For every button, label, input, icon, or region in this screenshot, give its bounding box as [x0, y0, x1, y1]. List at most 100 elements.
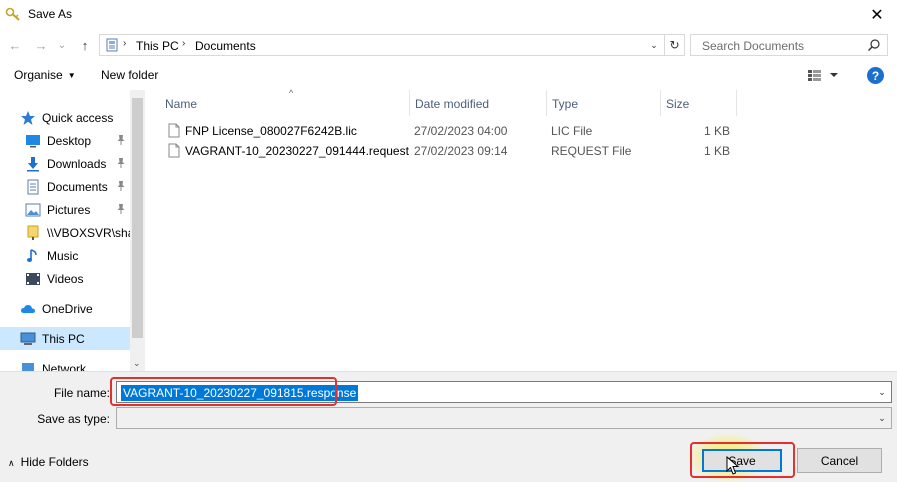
- column-header-date-modified[interactable]: Date modified: [409, 90, 547, 116]
- breadcrumb-documents[interactable]: Documents: [195, 39, 256, 53]
- download-icon: [27, 156, 39, 171]
- file-size: 1 KB: [703, 124, 730, 138]
- search-input[interactable]: Search Documents: [702, 39, 804, 53]
- sidebar-item-pictures[interactable]: Pictures: [0, 198, 130, 221]
- column-header-label: Type: [552, 97, 579, 111]
- network-icon: [22, 362, 34, 371]
- sidebar-item-downloads[interactable]: Downloads: [0, 152, 130, 175]
- documents-icon: [27, 179, 39, 194]
- refresh-button[interactable]: ↻: [664, 35, 684, 55]
- pin-icon: [117, 181, 125, 191]
- column-header-label: Name: [165, 97, 198, 111]
- file-list[interactable]: Name ^ Date modified Type Size FNP Licen…: [145, 88, 897, 371]
- file-icon: [168, 143, 180, 158]
- search-box[interactable]: Search Documents: [690, 34, 888, 56]
- column-header-type[interactable]: Type: [546, 90, 661, 116]
- back-arrow-icon: ←: [8, 37, 22, 53]
- title-bar: Save As ✕: [0, 0, 897, 30]
- column-header-size[interactable]: Size: [660, 90, 737, 116]
- chevron-down-icon: ⌄: [878, 386, 886, 397]
- sidebar-item-label: Network: [42, 361, 87, 372]
- save-as-type-label: Save as type:: [37, 412, 110, 426]
- chevron-down-icon: ⌄: [878, 412, 886, 423]
- address-dropdown-button[interactable]: ⌄: [646, 37, 662, 53]
- sidebar-item-label: OneDrive: [42, 301, 93, 316]
- help-button[interactable]: ?: [867, 67, 884, 84]
- hide-folders-button[interactable]: ∧ Hide Folders: [8, 455, 89, 469]
- sidebar-item-quick-access[interactable]: Quick access: [0, 106, 130, 129]
- up-arrow-icon: ↑: [81, 37, 89, 53]
- file-name-label: File name:: [53, 386, 110, 400]
- navigation-scrollbar[interactable]: ⌄: [130, 90, 145, 371]
- sidebar-item-network[interactable]: Network: [0, 357, 130, 371]
- organise-label: Organise: [14, 68, 63, 82]
- search-icon: [868, 39, 880, 51]
- chevron-down-icon: ⌄: [57, 39, 67, 51]
- column-header-name[interactable]: Name ^: [159, 88, 410, 116]
- pin-icon: [117, 204, 125, 214]
- file-icon: [168, 123, 180, 138]
- sidebar-item-this-pc[interactable]: This PC: [0, 327, 130, 350]
- sidebar-item-desktop[interactable]: Desktop: [0, 129, 130, 152]
- new-folder-button[interactable]: New folder: [101, 68, 158, 82]
- sidebar-item-label: Desktop: [47, 133, 92, 148]
- sidebar-item-label: Music: [47, 248, 79, 263]
- sidebar-item-onedrive[interactable]: OneDrive: [0, 297, 130, 320]
- chevron-up-icon: ∧: [8, 458, 15, 468]
- desktop-icon: [26, 134, 40, 147]
- refresh-icon: ↻: [669, 38, 680, 52]
- breadcrumb-separator-icon: ›: [182, 38, 186, 49]
- scrollbar-thumb[interactable]: [132, 98, 143, 338]
- save-form: File name: VAGRANT-10_20230227_091815.re…: [0, 371, 897, 482]
- organise-button[interactable]: Organise ▼: [14, 68, 76, 82]
- file-type: REQUEST File: [551, 144, 632, 158]
- up-button[interactable]: ↑: [76, 36, 94, 54]
- pin-icon: [117, 135, 125, 145]
- file-date: 27/02/2023 09:14: [414, 144, 508, 158]
- forward-button[interactable]: →: [32, 36, 50, 54]
- sidebar-item-label: Downloads: [47, 156, 107, 171]
- file-type: LIC File: [551, 124, 593, 138]
- star-icon: [21, 110, 35, 125]
- close-button[interactable]: ✕: [857, 0, 897, 30]
- command-toolbar: Organise ▼ New folder ?: [0, 60, 897, 90]
- save-as-icon: [5, 7, 20, 21]
- sidebar-item-label: Quick access: [42, 110, 114, 125]
- sidebar-item-videos[interactable]: Videos: [0, 267, 130, 290]
- close-icon: ✕: [870, 7, 884, 24]
- hide-folders-label: Hide Folders: [20, 455, 89, 469]
- sidebar-item-label: \\VBOXSVR\shar: [47, 225, 130, 240]
- back-button[interactable]: ←: [6, 36, 24, 54]
- navigation-pane[interactable]: Quick access Desktop Downloads Documents…: [0, 90, 145, 371]
- file-date: 27/02/2023 04:00: [414, 124, 508, 138]
- network-drive-icon: [27, 225, 39, 240]
- highlight-annotation: [690, 442, 795, 478]
- save-as-type-select[interactable]: ⌄: [116, 407, 892, 429]
- table-row[interactable]: VAGRANT-10_20230227_091444.request 27/02…: [158, 140, 738, 160]
- pictures-icon: [25, 203, 41, 216]
- sidebar-item-label: Videos: [47, 271, 84, 286]
- address-bar[interactable]: › This PC › Documents ⌄ ↻: [99, 34, 685, 56]
- file-name-dropdown-button[interactable]: ⌄: [875, 385, 889, 399]
- table-row[interactable]: FNP License_080027F6242B.lic 27/02/2023 …: [158, 120, 738, 140]
- sidebar-item-label: Documents: [47, 179, 108, 194]
- breadcrumb-separator-icon: ›: [123, 38, 127, 49]
- save-as-type-dropdown-button[interactable]: ⌄: [875, 411, 889, 425]
- sidebar-item-vboxsvr-share[interactable]: \\VBOXSVR\shar: [0, 221, 130, 244]
- view-options-icon[interactable]: [806, 67, 842, 83]
- cancel-button[interactable]: Cancel: [797, 448, 882, 473]
- caret-down-icon: ▼: [67, 71, 76, 80]
- computer-icon: [20, 332, 36, 345]
- file-name: FNP License_080027F6242B.lic: [185, 124, 357, 138]
- navigation-bar: ← → ⌄ ↑ › This PC › Documents ⌄ ↻ Search…: [0, 30, 897, 60]
- column-header-label: Size: [666, 97, 690, 111]
- music-icon: [27, 248, 37, 262]
- sidebar-item-music[interactable]: Music: [0, 244, 130, 267]
- breadcrumb-this-pc[interactable]: This PC: [136, 39, 179, 53]
- scroll-down-icon[interactable]: ⌄: [133, 358, 141, 369]
- sidebar-item-documents[interactable]: Documents: [0, 175, 130, 198]
- recent-locations-button[interactable]: ⌄: [56, 36, 68, 54]
- pin-icon: [117, 158, 125, 168]
- file-name: VAGRANT-10_20230227_091444.request: [185, 144, 409, 158]
- help-icon: ?: [871, 68, 880, 83]
